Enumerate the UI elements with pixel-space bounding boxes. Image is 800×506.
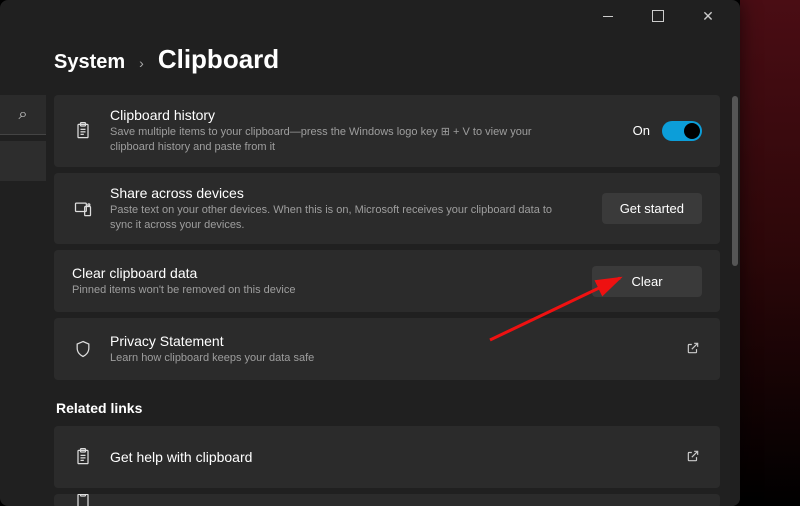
breadcrumb: System › Clipboard (54, 44, 720, 75)
get-started-button[interactable]: Get started (602, 193, 702, 224)
window-minimize-button[interactable] (588, 0, 628, 32)
clipboard-icon (72, 494, 94, 506)
devices-icon (72, 199, 94, 219)
clipboard-icon (72, 447, 94, 467)
scrollbar-thumb[interactable] (732, 96, 738, 266)
breadcrumb-parent[interactable]: System (54, 51, 125, 74)
search-icon: ⌕ (19, 106, 28, 124)
settings-window: ✕ ⌕ System › Clipboard Clipboard history… (0, 0, 740, 506)
window-close-button[interactable]: ✕ (688, 0, 728, 32)
setting-title: Share across devices (110, 185, 586, 201)
open-external-icon (684, 341, 702, 358)
setting-row-clipboard-history: Clipboard history Save multiple items to… (54, 95, 720, 167)
page-title: Clipboard (158, 44, 279, 75)
clipboard-history-toggle[interactable] (662, 121, 702, 141)
setting-description: Pinned items won't be removed on this de… (72, 283, 532, 298)
setting-description: Learn how clipboard keeps your data safe (110, 351, 570, 366)
clear-button[interactable]: Clear (592, 266, 702, 297)
shield-icon (72, 339, 94, 359)
nav-selection-indicator (0, 141, 46, 181)
setting-description: Save multiple items to your clipboard—pr… (110, 125, 570, 155)
clipboard-icon (72, 121, 94, 141)
setting-row-privacy[interactable]: Privacy Statement Learn how clipboard ke… (54, 318, 720, 380)
window-maximize-button[interactable] (638, 0, 678, 32)
setting-title: Privacy Statement (110, 333, 668, 349)
related-link-partial[interactable] (54, 494, 720, 506)
setting-description: Paste text on your other devices. When t… (110, 203, 570, 233)
open-external-icon (684, 449, 702, 466)
setting-title: Clipboard history (110, 107, 617, 123)
setting-row-clear-data: Clear clipboard data Pinned items won't … (54, 250, 720, 312)
toggle-state-label: On (633, 123, 650, 138)
left-rail: ⌕ (0, 95, 46, 295)
settings-content: System › Clipboard Clipboard history Sav… (54, 44, 720, 506)
window-titlebar: ✕ (588, 0, 740, 32)
scrollbar-track[interactable] (730, 40, 740, 506)
chevron-right-icon: › (139, 55, 144, 71)
setting-title: Clear clipboard data (72, 265, 576, 281)
search-button[interactable]: ⌕ (0, 95, 46, 135)
setting-row-share-devices: Share across devices Paste text on your … (54, 173, 720, 245)
related-link-get-help[interactable]: Get help with clipboard (54, 426, 720, 488)
link-title: Get help with clipboard (110, 449, 668, 465)
related-links-heading: Related links (56, 400, 720, 416)
desktop-background (740, 0, 800, 506)
